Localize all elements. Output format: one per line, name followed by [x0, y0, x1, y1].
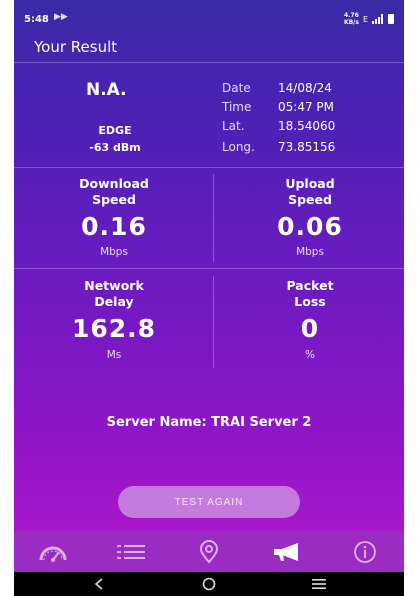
- date-value: 14/08/24: [278, 81, 332, 95]
- network-speed-unit: KB/s: [343, 19, 359, 26]
- menu-button[interactable]: [289, 572, 349, 596]
- tab-info[interactable]: [326, 531, 404, 572]
- upload-speed-value: 0.06: [277, 212, 343, 241]
- location-pin-icon: [199, 539, 219, 564]
- page-title: Your Result: [34, 38, 118, 56]
- bottom-tab-bar: [14, 531, 404, 572]
- packet-loss-unit: %: [305, 349, 315, 361]
- delay-label-line2: Delay: [94, 294, 134, 309]
- download-speed-value: 0.16: [81, 212, 147, 241]
- network-speed: 4.76 KB/s: [344, 12, 359, 26]
- network-delay-value: 162.8: [71, 314, 157, 343]
- latitude-value: 18.54060: [278, 119, 336, 133]
- delay-label-line1: Network: [84, 278, 144, 293]
- tab-speed-test[interactable]: [14, 531, 92, 572]
- speedometer-icon: [39, 546, 67, 562]
- media-indicator-icon: ▶▶: [54, 12, 68, 22]
- list-icon: [117, 544, 145, 559]
- time-label: Time: [222, 100, 252, 114]
- signal-icon: [372, 14, 383, 24]
- server-name: Server Name: TRAI Server 2: [106, 415, 312, 430]
- back-icon: [94, 578, 103, 590]
- divider: [14, 268, 404, 269]
- tab-feedback[interactable]: [248, 531, 326, 572]
- packet-loss-label: Packet Loss: [250, 278, 370, 310]
- network-delay-unit: Ms: [106, 349, 122, 361]
- network-speed-value: 4.76: [344, 12, 359, 19]
- download-speed-unit: Mbps: [100, 246, 128, 258]
- upload-label-line2: Speed: [288, 192, 332, 207]
- home-button[interactable]: [179, 572, 239, 596]
- longitude-value: 73.85156: [278, 140, 336, 154]
- network-status: N.A.: [86, 80, 127, 100]
- upload-speed-unit: Mbps: [296, 246, 324, 258]
- test-again-button[interactable]: TEST AGAIN: [118, 486, 300, 518]
- status-time: 5:48: [24, 14, 49, 25]
- latitude-label: Lat.: [222, 119, 245, 133]
- network-type-label: E: [362, 14, 368, 24]
- status-bar: 5:48 ▶▶ 4.76 KB/s E: [14, 0, 404, 36]
- loss-label-line2: Loss: [294, 294, 326, 309]
- system-navigation-bar: [14, 572, 404, 596]
- tab-history[interactable]: [92, 531, 170, 572]
- date-label: Date: [222, 81, 251, 95]
- divider-vertical: [213, 276, 214, 368]
- download-speed-label: Download Speed: [54, 176, 174, 208]
- upload-label-line1: Upload: [285, 176, 335, 191]
- info-icon: [354, 540, 376, 563]
- result-screen: 5:48 ▶▶ 4.76 KB/s E Your Result N.A. EDG…: [14, 0, 404, 596]
- network-delay-label: Network Delay: [54, 278, 174, 310]
- download-label-line2: Speed: [92, 192, 136, 207]
- status-right: 4.76 KB/s E: [344, 12, 394, 26]
- menu-icon: [312, 579, 326, 589]
- home-icon: [202, 577, 216, 591]
- divider: [14, 62, 404, 63]
- back-button[interactable]: [69, 572, 129, 596]
- network-type: EDGE: [98, 124, 132, 137]
- packet-loss-value: 0: [300, 314, 320, 343]
- loss-label-line1: Packet: [286, 278, 334, 293]
- download-label-line1: Download: [79, 176, 149, 191]
- time-value: 05:47 PM: [278, 100, 334, 114]
- megaphone-icon: [274, 542, 298, 561]
- tab-map[interactable]: [170, 531, 248, 572]
- longitude-label: Long.: [222, 140, 255, 154]
- divider-vertical: [213, 174, 214, 262]
- signal-strength: -63 dBm: [89, 141, 141, 154]
- divider: [14, 167, 404, 168]
- battery-icon: [388, 14, 394, 24]
- upload-speed-label: Upload Speed: [250, 176, 370, 208]
